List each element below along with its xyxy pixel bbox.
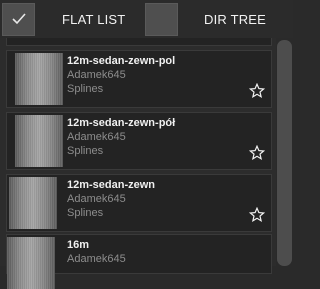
item-category: Splines [67, 207, 104, 219]
item-category: Splines [67, 145, 104, 157]
item-thumbnail [7, 237, 55, 289]
item-thumbnail [9, 177, 57, 229]
flat-list-checkbox[interactable] [2, 3, 35, 36]
favorite-star-icon[interactable] [249, 207, 265, 223]
item-author: Adamek645 [67, 193, 126, 205]
item-author: Adamek645 [67, 131, 126, 143]
list-item[interactable] [6, 38, 272, 46]
item-name: 12m-sedan-zewn [67, 179, 156, 191]
item-author: Adamek645 [67, 69, 126, 81]
list-item[interactable]: 12m-sedan-zewn-pol Adamek645 Splines [6, 50, 272, 108]
list-item[interactable]: 12m-sedan-zewn Adamek645 Splines [6, 174, 272, 232]
list-item[interactable]: 12m-sedan-zewn-pół Adamek645 Splines [6, 112, 272, 170]
favorite-star-icon[interactable] [249, 83, 265, 99]
item-name: 12m-sedan-zewn-pol [67, 55, 176, 67]
item-category: Splines [67, 83, 104, 95]
list-item[interactable]: 16m Adamek645 [6, 234, 272, 289]
item-name: 16m [67, 239, 90, 251]
check-icon [12, 13, 26, 25]
favorite-star-icon[interactable] [249, 145, 265, 161]
dir-tree-label[interactable]: DIR TREE [204, 12, 266, 27]
flat-list-label[interactable]: FLAT LIST [62, 12, 125, 27]
item-author: Adamek645 [67, 253, 126, 265]
item-thumbnail [15, 53, 63, 105]
scrollbar-thumb[interactable] [277, 40, 292, 266]
view-mode-toolbar: FLAT LIST DIR TREE [0, 0, 293, 38]
item-thumbnail [15, 115, 63, 167]
item-name: 12m-sedan-zewn-pół [67, 117, 176, 129]
dir-tree-checkbox[interactable] [145, 3, 178, 36]
